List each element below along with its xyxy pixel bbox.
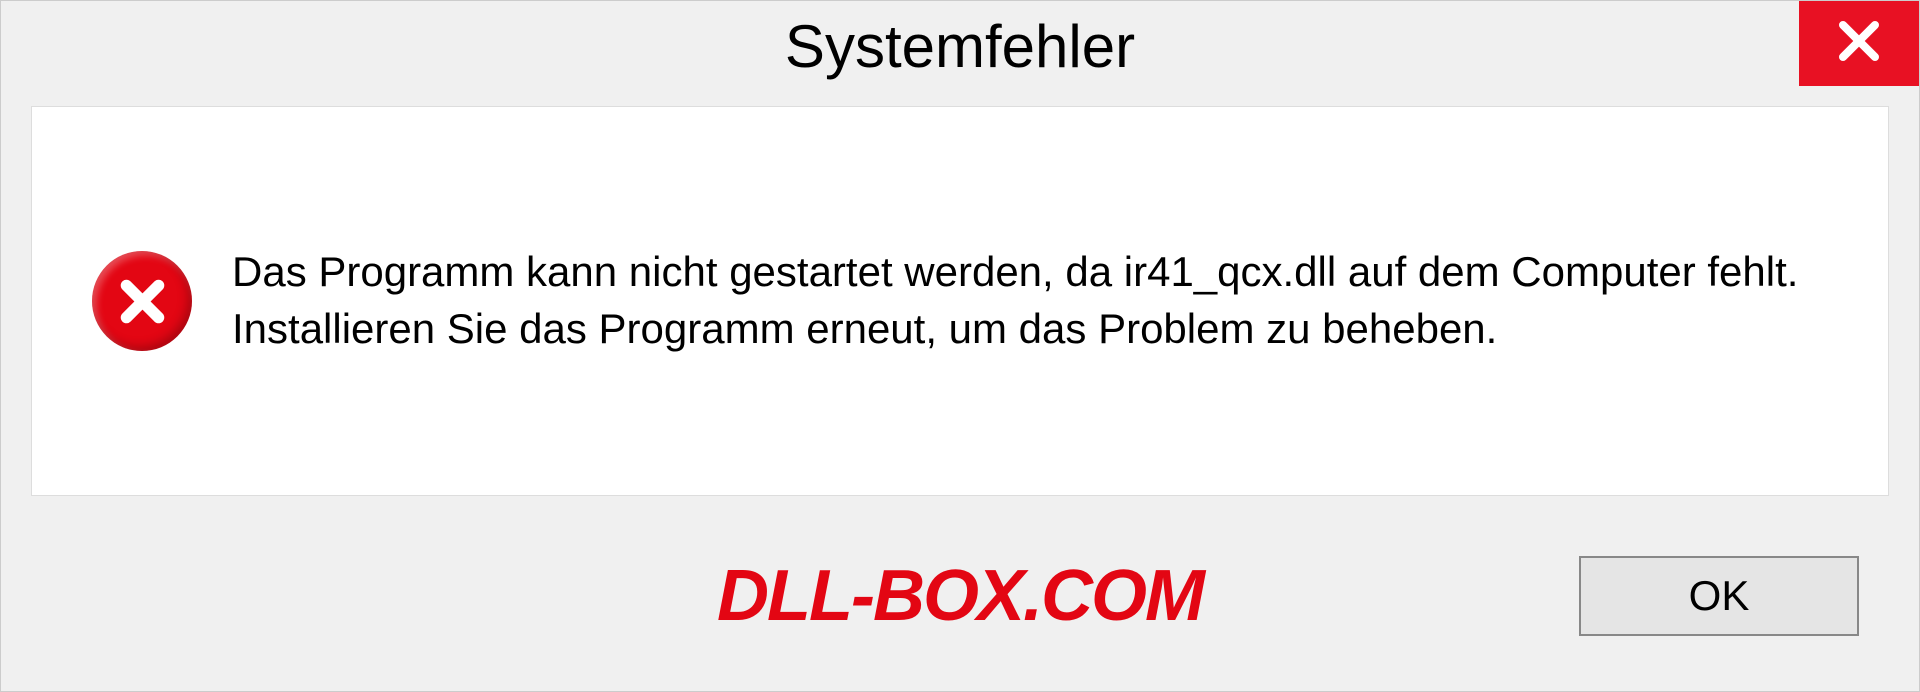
ok-button-label: OK bbox=[1689, 572, 1750, 620]
titlebar: Systemfehler bbox=[1, 1, 1919, 91]
dialog-body: Das Programm kann nicht gestartet werden… bbox=[31, 106, 1889, 496]
ok-button[interactable]: OK bbox=[1579, 556, 1859, 636]
watermark-text: DLL-BOX.COM bbox=[717, 555, 1203, 637]
dialog-title: Systemfehler bbox=[785, 12, 1135, 81]
error-message: Das Programm kann nicht gestartet werden… bbox=[232, 244, 1828, 357]
close-icon bbox=[1835, 17, 1883, 70]
close-button[interactable] bbox=[1799, 1, 1919, 86]
error-icon bbox=[92, 251, 192, 351]
dialog-footer: DLL-BOX.COM OK bbox=[1, 526, 1919, 666]
